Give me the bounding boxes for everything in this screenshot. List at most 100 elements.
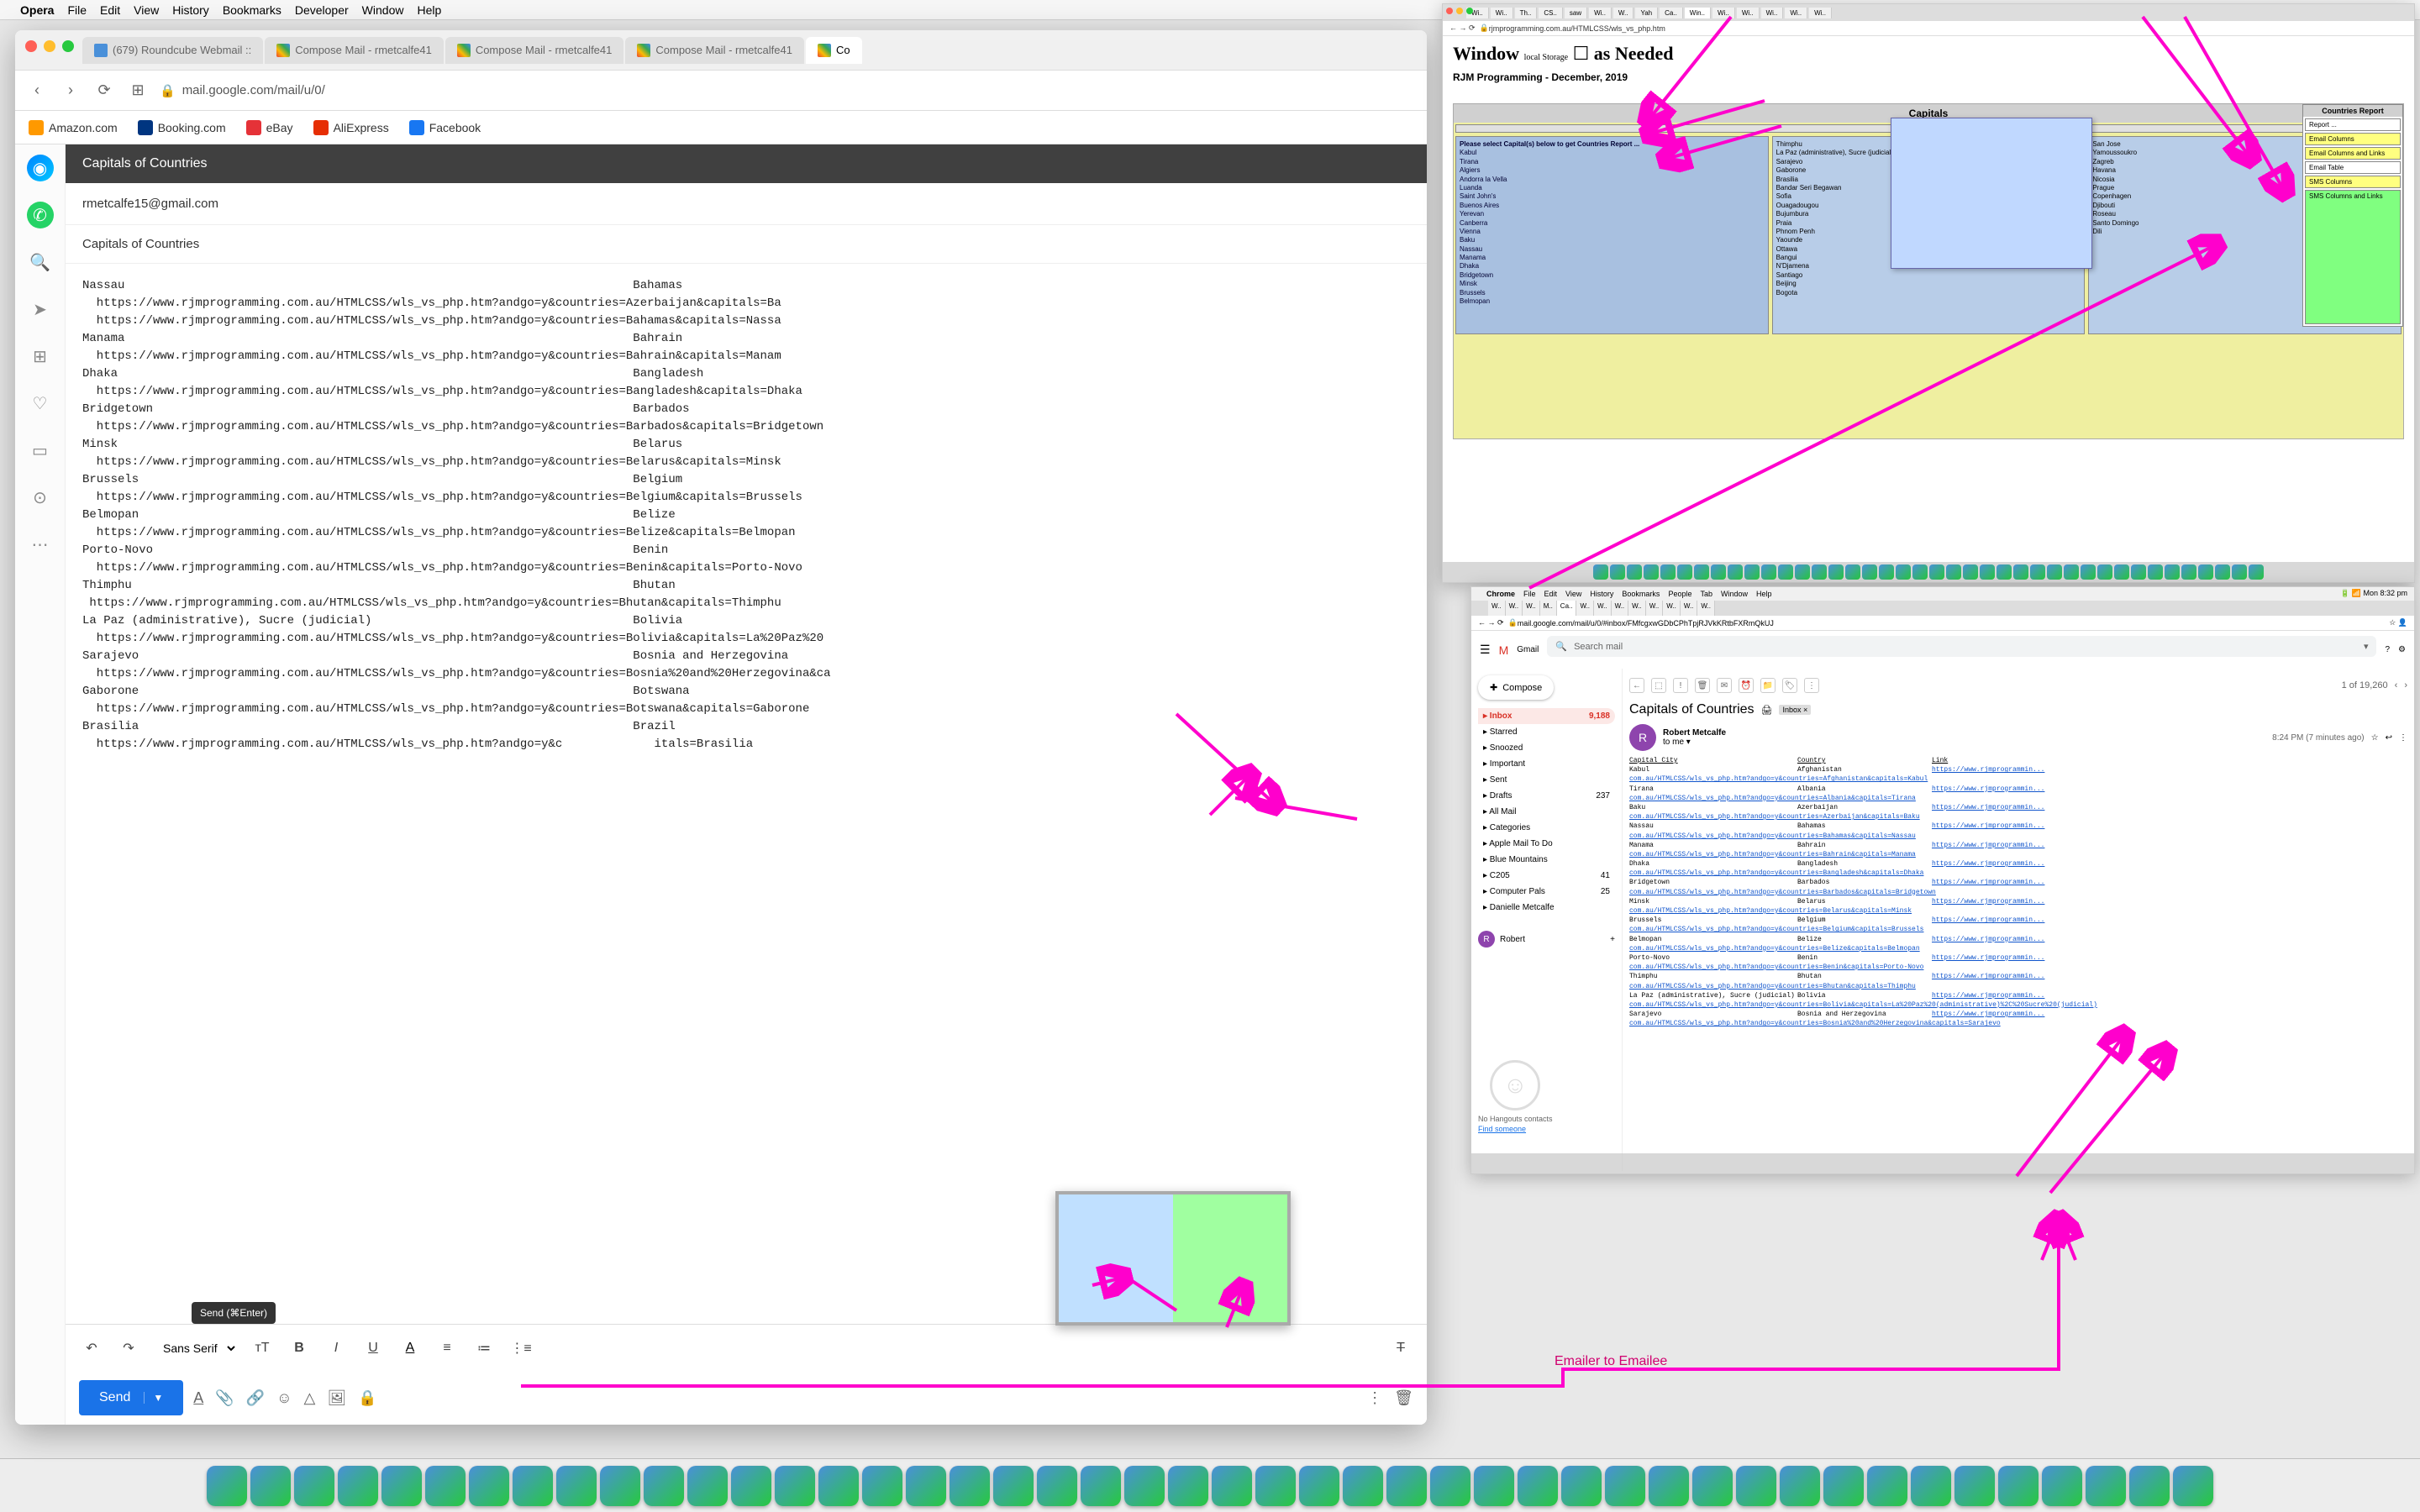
maximize-button[interactable] [1466, 8, 1473, 14]
dock-app-icon[interactable] [906, 1466, 946, 1506]
dock-app-icon[interactable] [1896, 564, 1911, 580]
gmail-folder-c205[interactable]: ▸ C20541 [1478, 868, 1615, 884]
small-tab[interactable]: Wi.. [1809, 8, 1832, 18]
compose-subject-field[interactable]: Capitals of Countries [66, 225, 1427, 264]
dock-app-icon[interactable] [250, 1466, 291, 1506]
gmail-search-input[interactable]: 🔍 Search mail▾ [1547, 636, 2376, 657]
font-size-button[interactable]: тT [250, 1336, 275, 1361]
small-tab[interactable]: Th.. [1515, 8, 1538, 18]
star-icon[interactable]: ☆ [2371, 733, 2379, 743]
dock-app-icon[interactable] [1644, 564, 1659, 580]
report-button[interactable]: Report ... [2305, 118, 2401, 131]
menu-history[interactable]: History [172, 3, 209, 17]
dock-app-icon[interactable] [687, 1466, 728, 1506]
gmail-menu-icon[interactable]: ☰ [1480, 643, 1491, 657]
dock-app-icon[interactable] [1694, 564, 1709, 580]
more-icon[interactable]: ⋯ [27, 531, 54, 558]
small-tab[interactable]: Ca.. [1660, 8, 1683, 18]
search-icon[interactable]: 🔍 [27, 249, 54, 276]
dock-app-icon[interactable] [2232, 564, 2247, 580]
dock-app-icon[interactable] [2249, 564, 2264, 580]
dock-app-icon[interactable] [1862, 564, 1877, 580]
archive-icon[interactable]: ⬚ [1651, 678, 1666, 693]
spam-icon[interactable]: ! [1673, 678, 1688, 693]
dock-app-icon[interactable] [2047, 564, 2062, 580]
dock-app-icon[interactable] [993, 1466, 1034, 1506]
dock-app-icon[interactable] [2114, 564, 2129, 580]
align-button[interactable]: ≡ [434, 1336, 460, 1361]
dock-app-icon[interactable] [1867, 1466, 1907, 1506]
dock-app-icon[interactable] [381, 1466, 422, 1506]
small-tab[interactable]: W.. [1613, 8, 1634, 18]
dock-app-icon[interactable] [2173, 1466, 2213, 1506]
chrome-menu-help[interactable]: Help [1756, 590, 1772, 598]
dock-app-icon[interactable] [1911, 1466, 1951, 1506]
dock-app-icon[interactable] [1474, 1466, 1514, 1506]
confidential-button[interactable]: 🔒 [358, 1389, 376, 1407]
email-table-button[interactable]: Email Table [2305, 161, 2401, 174]
bold-button[interactable]: B [287, 1336, 312, 1361]
gmail-folder-inbox[interactable]: ▸ Inbox9,188 [1478, 708, 1615, 724]
dock-app-icon[interactable] [1998, 1466, 2039, 1506]
dock-app-icon[interactable] [2198, 564, 2213, 580]
maximize-window-button[interactable] [62, 40, 74, 52]
dock-app-icon[interactable] [207, 1466, 247, 1506]
dock-app-icon[interactable] [2181, 564, 2196, 580]
sms-columns-links-button[interactable]: SMS Columns and Links [2305, 190, 2401, 324]
font-family-select[interactable]: Sans Serif [153, 1337, 238, 1359]
app-name[interactable]: Opera [20, 3, 54, 17]
capitals-select-1[interactable]: Please select Capital(s) below to get Co… [1455, 136, 1769, 334]
sender-avatar[interactable]: R [1629, 724, 1656, 751]
dock-app-icon[interactable] [294, 1466, 334, 1506]
minimize-window-button[interactable] [44, 40, 55, 52]
dock-app-icon[interactable] [1610, 564, 1625, 580]
forward-button[interactable]: › [59, 79, 82, 102]
dock-app-icon[interactable] [1593, 564, 1608, 580]
print-icon[interactable]: 🖨 [1761, 705, 1773, 716]
prev-message-button[interactable]: ‹ [2395, 680, 2398, 690]
chrome-menu-window[interactable]: Window [1721, 590, 1748, 598]
dock-app-icon[interactable] [1845, 564, 1860, 580]
dock-app-icon[interactable] [1711, 564, 1726, 580]
chrome-tab[interactable]: W.. [1523, 601, 1540, 616]
dock-app-icon[interactable] [1430, 1466, 1470, 1506]
chrome-tab[interactable]: W.. [1697, 601, 1715, 616]
dock-app-icon[interactable] [1386, 1466, 1427, 1506]
small-tab-active[interactable]: Win.. [1685, 8, 1711, 18]
dock-app-icon[interactable] [1736, 1466, 1776, 1506]
gmail-folder-sent[interactable]: ▸ Sent [1478, 772, 1615, 788]
compose-to-field[interactable]: rmetcalfe15@gmail.com [66, 183, 1427, 225]
dock-app-icon[interactable] [1761, 564, 1776, 580]
discard-draft-button[interactable]: 🗑 [1394, 1389, 1413, 1407]
tab-gmail-3[interactable]: Compose Mail - rmetcalfe41 [625, 37, 804, 64]
small-tab[interactable]: Wi.. [1491, 8, 1513, 18]
gmail-folder-apple-mail-to-do[interactable]: ▸ Apple Mail To Do [1478, 836, 1615, 852]
dock-app-icon[interactable] [1823, 1466, 1864, 1506]
dock-app-icon[interactable] [1627, 564, 1642, 580]
dock-app-icon[interactable] [1744, 564, 1760, 580]
dock-app-icon[interactable] [425, 1466, 466, 1506]
dock-app-icon[interactable] [818, 1466, 859, 1506]
gmail-folder-snoozed[interactable]: ▸ Snoozed [1478, 740, 1615, 756]
chrome-tab[interactable]: M.. [1540, 601, 1557, 616]
chrome-tab[interactable]: W.. [1488, 601, 1506, 616]
next-message-button[interactable]: › [2404, 680, 2407, 690]
dock-app-icon[interactable] [2042, 1466, 2082, 1506]
send-button[interactable]: Send▼ [79, 1380, 183, 1415]
reload-button[interactable]: ⟳ [92, 79, 116, 102]
dock-app-icon[interactable] [1728, 564, 1743, 580]
user-avatar-icon[interactable]: R [1478, 931, 1495, 948]
dock-app-icon[interactable] [1929, 564, 1944, 580]
extensions-icon[interactable]: ⊙ [27, 484, 54, 511]
chrome-tab-active[interactable]: Ca.. [1557, 601, 1577, 616]
attach-file-button[interactable]: 📎 [215, 1389, 234, 1407]
msg-more-icon[interactable]: ⋮ [2399, 733, 2407, 743]
snooze-icon[interactable]: ⏰ [1739, 678, 1754, 693]
dock-app-icon[interactable] [1168, 1466, 1208, 1506]
insert-drive-button[interactable]: △ [304, 1389, 316, 1407]
more-icon[interactable]: ⋮ [1804, 678, 1819, 693]
dock-app-icon[interactable] [1828, 564, 1844, 580]
dock-app-icon[interactable] [950, 1466, 990, 1506]
dock-app-icon[interactable] [1299, 1466, 1339, 1506]
compose-body-editor[interactable]: Nassau Bahamas https://www.rjmprogrammin… [66, 264, 1427, 1324]
